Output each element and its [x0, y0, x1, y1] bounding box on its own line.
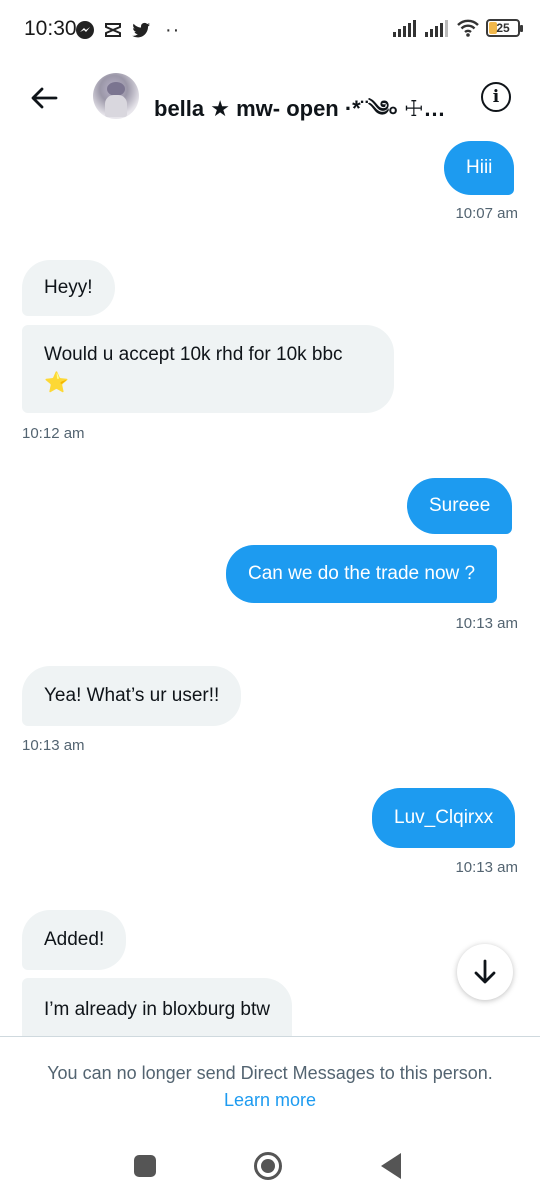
message-bubble-incoming[interactable]: Would u accept 10k rhd for 10k bbc ⭐ [22, 325, 394, 413]
avatar[interactable] [93, 73, 139, 119]
message-text: Added! [44, 929, 105, 950]
status-time: 10:30 [24, 17, 77, 40]
twitter-icon [132, 22, 150, 38]
message-bubble-outgoing[interactable]: Sureee [407, 478, 513, 534]
conversation-title[interactable]: bella ★ mw- open ·*¨༄৹ ☩… [154, 84, 466, 146]
signal-icon [393, 20, 416, 37]
wifi-icon [457, 19, 479, 37]
message-bubble-incoming[interactable]: I’m already in bloxburg btw [22, 978, 292, 1036]
info-icon: i [492, 87, 500, 107]
message-bubble-incoming[interactable]: Yea! What’s ur user!! [22, 666, 242, 726]
recents-button[interactable] [134, 1155, 156, 1177]
system-back-button[interactable] [381, 1153, 401, 1179]
message-text: I’m already in bloxburg btw [44, 999, 270, 1020]
status-right-icons: 25 [392, 18, 523, 38]
message-text: Luv_Clqirxx [394, 807, 494, 828]
message-bubble-outgoing[interactable]: Hiii [444, 141, 515, 195]
message-text: Heyy! [44, 277, 93, 298]
message-text: Would u accept 10k rhd for 10k bbc [44, 344, 343, 365]
learn-more-link[interactable]: Learn more [0, 1090, 540, 1111]
capcut-icon [105, 23, 121, 37]
star-emoji: ⭐ [44, 372, 69, 394]
message-text: Yea! What’s ur user!! [44, 685, 220, 706]
battery-icon: 25 [486, 19, 523, 37]
arrow-down-icon [474, 959, 496, 984]
message-timestamp: 10:13 am [22, 737, 85, 754]
message-timestamp: 10:07 am [455, 205, 518, 222]
message-bubble-outgoing[interactable]: Luv_Clqirxx [372, 788, 516, 848]
messenger-icon [76, 21, 94, 39]
conversation-header: bella ★ mw- open ·*¨༄৹ ☩… i [0, 62, 540, 134]
home-button[interactable] [254, 1152, 282, 1180]
message-text: Can we do the trade now ? [248, 563, 476, 584]
message-timestamp: 10:12 am [22, 425, 85, 442]
more-notifications-indicator: ·· [165, 19, 181, 41]
message-timestamp: 10:13 am [455, 859, 518, 876]
message-text: Hiii [466, 157, 493, 178]
status-app-icons: ·· [75, 20, 180, 40]
message-timestamp: 10:13 am [455, 615, 518, 632]
battery-level: 25 [496, 21, 510, 35]
info-button[interactable]: i [481, 82, 511, 112]
message-text: Sureee [429, 495, 491, 516]
footer-divider [0, 1036, 540, 1037]
message-bubble-outgoing[interactable]: Can we do the trade now ? [226, 545, 498, 603]
scroll-to-bottom-button[interactable] [457, 944, 513, 1000]
status-bar: 10:30 ·· 25 [0, 0, 540, 62]
arrow-left-icon [31, 87, 58, 109]
message-bubble-incoming[interactable]: Added! [22, 910, 127, 970]
dm-restriction-notice: You can no longer send Direct Messages t… [47, 1063, 493, 1083]
back-button[interactable] [24, 80, 64, 116]
message-bubble-incoming[interactable]: Heyy! [22, 260, 115, 316]
signal-icon-2 [425, 20, 448, 37]
